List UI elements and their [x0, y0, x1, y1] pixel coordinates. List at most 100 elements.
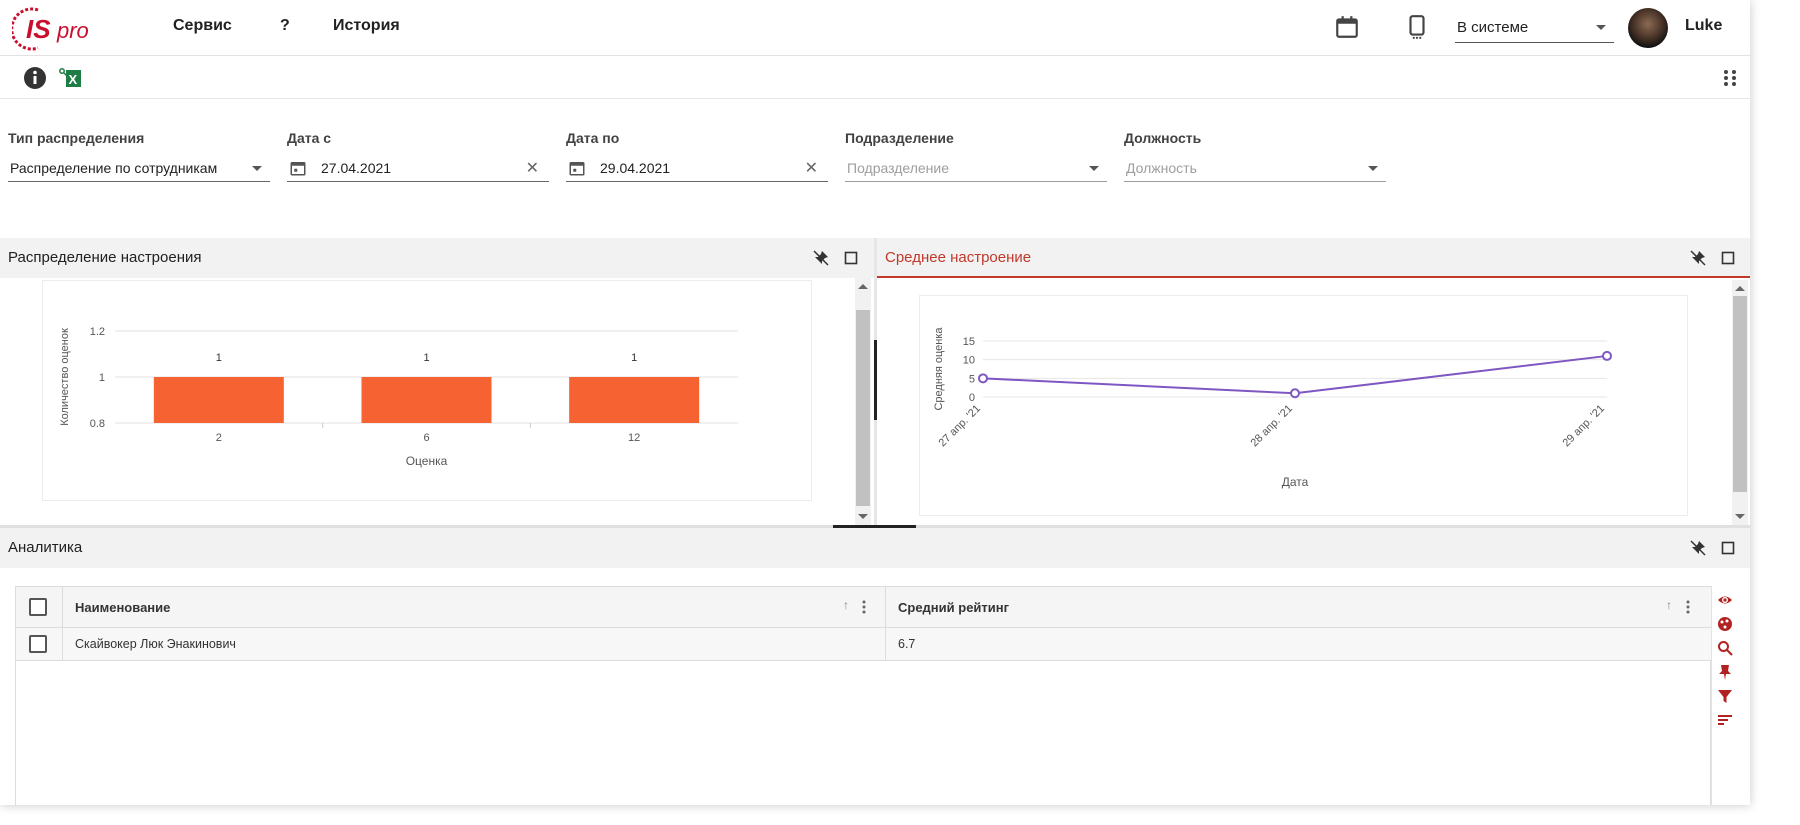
maximize-icon[interactable] — [843, 250, 859, 266]
column-menu-icon[interactable] — [862, 600, 866, 614]
clear-icon[interactable]: ✕ — [805, 158, 818, 178]
column-header-name[interactable]: Наименование — [75, 600, 170, 615]
filter-label: Должность — [1124, 130, 1202, 146]
scroll-thumb[interactable] — [856, 310, 870, 506]
svg-text:X: X — [69, 72, 78, 87]
y-tick-label: 5 — [969, 373, 975, 385]
palette-icon[interactable] — [1717, 616, 1733, 632]
right-panel-scrollbar[interactable] — [1732, 280, 1748, 525]
panel-title: Среднее настроение — [885, 249, 1032, 266]
grid-menu-icon[interactable] — [1722, 69, 1738, 87]
user-name[interactable]: Luke — [1685, 17, 1722, 35]
splitter-handle[interactable] — [874, 340, 877, 420]
x-tick-label: 12 — [628, 432, 640, 444]
unpin-icon[interactable] — [1690, 250, 1706, 266]
left-panel-scrollbar[interactable] — [855, 278, 871, 525]
distribution-type-value: Распределение по сотрудникам — [10, 160, 218, 176]
clear-icon[interactable]: ✕ — [526, 158, 539, 178]
table-header: Наименование ↑ Средний рейтинг ↑ — [16, 587, 1712, 628]
date-to-field[interactable]: 29.04.2021 ✕ — [566, 154, 828, 182]
info-icon[interactable] — [23, 66, 47, 90]
table-row[interactable]: Скайвокер Люк Энакинович 6.7 — [16, 628, 1712, 661]
filter-department: Подразделение Подразделение — [845, 130, 1107, 182]
unpin-icon[interactable] — [813, 250, 829, 266]
filter-date-from: Дата с 27.04.2021 ✕ — [287, 130, 549, 182]
unpin-icon[interactable] — [1690, 540, 1706, 556]
y-tick-label: 10 — [963, 355, 975, 367]
menu-history[interactable]: История — [333, 17, 400, 35]
search-icon[interactable] — [1717, 640, 1733, 656]
y-axis-label: Средняя оценка — [933, 327, 945, 411]
pin-icon[interactable] — [1717, 664, 1733, 680]
bar — [153, 377, 284, 423]
mobile-icon[interactable] — [1404, 14, 1430, 40]
svg-text:pro: pro — [56, 18, 89, 43]
position-select[interactable]: Должность — [1124, 154, 1386, 182]
y-tick-label: 0.8 — [90, 418, 105, 430]
scroll-up-icon[interactable] — [858, 284, 868, 289]
filter-date-to: Дата по 29.04.2021 ✕ — [566, 130, 828, 182]
department-select[interactable]: Подразделение — [845, 154, 1107, 182]
analytics-table: Наименование ↑ Средний рейтинг ↑ Скайвок… — [15, 586, 1712, 805]
menu-service[interactable]: Сервис — [173, 17, 232, 35]
avatar[interactable] — [1628, 8, 1668, 48]
date-to-value: 29.04.2021 — [600, 160, 671, 176]
x-tick-label: 6 — [423, 432, 429, 444]
bar-data-label: 1 — [423, 352, 429, 364]
series-line — [982, 354, 1608, 395]
date-from-field[interactable]: 27.04.2021 ✕ — [287, 154, 549, 182]
bar-data-label: 1 — [216, 352, 222, 364]
filter-icon[interactable] — [1717, 688, 1733, 704]
select-all-checkbox[interactable] — [29, 598, 47, 616]
filter-label: Подразделение — [845, 130, 954, 146]
eye-icon[interactable] — [1717, 592, 1733, 608]
maximize-icon[interactable] — [1720, 250, 1736, 266]
sort-icon[interactable]: ↑ — [1666, 598, 1672, 612]
maximize-icon[interactable] — [1720, 540, 1736, 556]
analytics-panel-header: Аналитика — [0, 528, 1750, 568]
x-axis-label: Дата — [1282, 475, 1309, 489]
calendar-icon[interactable] — [568, 159, 586, 177]
column-header-rating[interactable]: Средний рейтинг — [898, 600, 1009, 615]
ispro-logo[interactable]: IS pro — [12, 4, 102, 54]
panel-title: Распределение настроения — [8, 249, 202, 266]
avg-mood-panel-header: Среднее настроение — [877, 238, 1750, 278]
top-header: IS pro Сервис ? История В системе Luke — [0, 0, 1750, 56]
chevron-down-icon — [1596, 25, 1606, 30]
distribution-type-select[interactable]: Распределение по сотрудникам — [8, 154, 270, 182]
y-tick-label: 1 — [99, 372, 105, 384]
calendar-icon[interactable] — [289, 159, 307, 177]
column-divider — [62, 587, 63, 628]
mood-distribution-panel-header: Распределение настроения — [0, 238, 874, 278]
menu-help[interactable]: ? — [280, 17, 290, 35]
calendar-icon[interactable] — [1334, 14, 1360, 40]
x-axis-label: Оценка — [406, 454, 448, 468]
filter-label: Дата по — [566, 130, 620, 146]
scroll-down-icon[interactable] — [858, 514, 868, 519]
cell-name: Скайвокер Люк Энакинович — [75, 637, 236, 651]
filter-position: Должность Должность — [1124, 130, 1386, 182]
scroll-thumb[interactable] — [1733, 296, 1747, 492]
column-divider — [62, 628, 63, 661]
scroll-up-icon[interactable] — [1735, 286, 1745, 291]
row-checkbox[interactable] — [29, 635, 47, 653]
x-tick-label: 29 апр. '21 — [1560, 403, 1607, 450]
data-point — [1290, 388, 1300, 399]
table-side-toolbar — [1711, 586, 1736, 805]
chevron-down-icon — [1089, 166, 1099, 171]
y-tick-label: 1.2 — [90, 326, 105, 338]
svg-text:IS: IS — [26, 14, 51, 44]
toolbar: X — [0, 57, 1750, 99]
column-divider — [885, 628, 886, 661]
panel-title: Аналитика — [8, 539, 83, 556]
date-from-value: 27.04.2021 — [321, 160, 392, 176]
mood-distribution-chart: 0.811.21216112ОценкаКоличество оценок — [59, 326, 738, 468]
column-menu-icon[interactable] — [1686, 600, 1690, 614]
status-select[interactable]: В системе — [1455, 13, 1614, 43]
sort-lines-icon[interactable] — [1717, 712, 1733, 728]
export-excel-icon[interactable]: X — [58, 66, 82, 90]
scroll-down-icon[interactable] — [1735, 514, 1745, 519]
sort-icon[interactable]: ↑ — [843, 598, 849, 612]
cell-rating: 6.7 — [898, 637, 916, 651]
filter-label: Тип распределения — [8, 130, 145, 146]
